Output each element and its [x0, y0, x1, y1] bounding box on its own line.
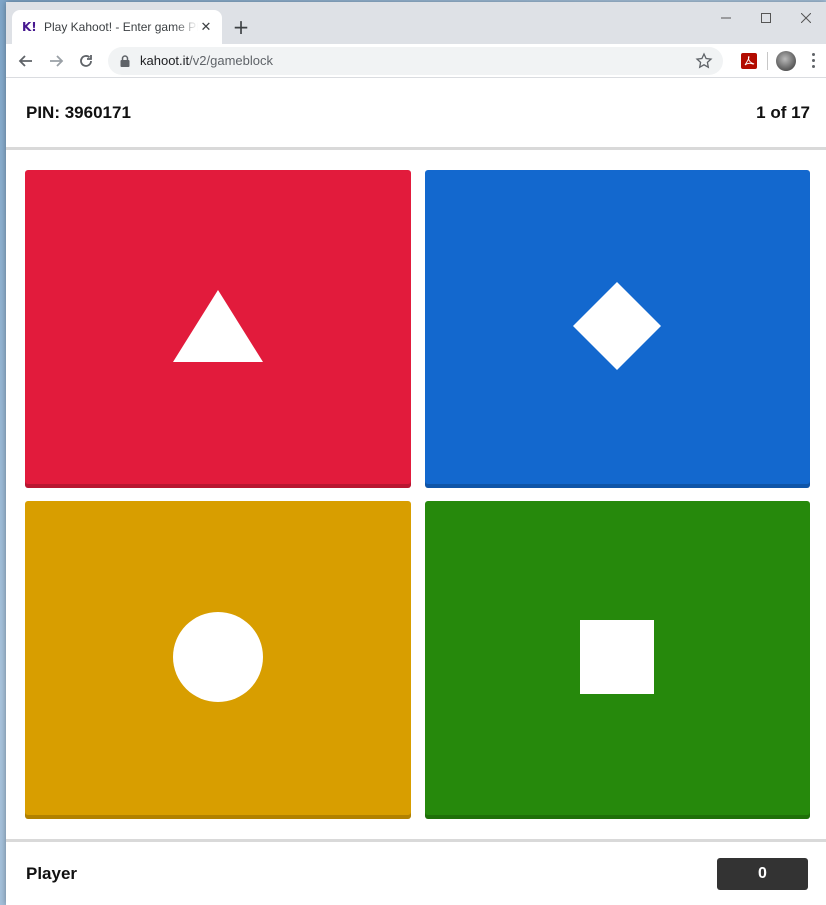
- triangle-icon: [173, 290, 263, 362]
- answer-button-yellow-circle[interactable]: [25, 501, 411, 819]
- diamond-icon: [573, 282, 661, 370]
- bookmark-star-icon[interactable]: [695, 51, 713, 70]
- game-footer: Player 0: [6, 839, 826, 905]
- tab-kahoot[interactable]: K! Play Kahoot! - Enter game PIN here ✕: [12, 10, 222, 44]
- toolbar-separator: [767, 51, 768, 70]
- reload-button[interactable]: [72, 47, 100, 75]
- answer-button-green-square[interactable]: [425, 501, 810, 819]
- close-tab-icon[interactable]: ✕: [198, 19, 214, 35]
- tab-title: Play Kahoot! - Enter game PIN here: [44, 20, 198, 34]
- url-path: /v2/gameblock: [189, 53, 273, 68]
- maximize-button[interactable]: [746, 2, 786, 34]
- url-text: kahoot.it/v2/gameblock: [140, 53, 695, 68]
- close-icon: [801, 13, 811, 23]
- close-window-button[interactable]: [786, 2, 826, 34]
- back-arrow-icon: [18, 54, 32, 67]
- back-button[interactable]: [12, 47, 40, 75]
- tab-strip: K! Play Kahoot! - Enter game PIN here ✕ …: [6, 2, 826, 44]
- answer-grid: [6, 150, 826, 842]
- game-pin: PIN: 3960171: [26, 102, 131, 122]
- square-icon: [580, 620, 654, 694]
- answer-button-red-triangle[interactable]: [25, 170, 411, 488]
- game-header: PIN: 3960171 1 of 17: [6, 78, 826, 150]
- browser-toolbar: kahoot.it/v2/gameblock: [6, 44, 826, 78]
- circle-icon: [173, 612, 263, 702]
- forward-button[interactable]: [42, 47, 70, 75]
- answer-button-blue-diamond[interactable]: [425, 170, 810, 488]
- pdf-extension-icon[interactable]: [741, 52, 757, 69]
- minimize-button[interactable]: [706, 2, 746, 34]
- profile-avatar[interactable]: [776, 50, 796, 71]
- reload-icon: [80, 54, 92, 67]
- question-counter: 1 of 17: [756, 102, 810, 122]
- menu-kebab-icon[interactable]: [806, 52, 820, 70]
- player-name: Player: [26, 863, 78, 883]
- address-bar[interactable]: kahoot.it/v2/gameblock: [108, 46, 723, 75]
- new-tab-button[interactable]: +: [230, 16, 252, 38]
- browser-window: K! Play Kahoot! - Enter game PIN here ✕ …: [6, 2, 826, 905]
- score-badge: 0: [717, 857, 808, 890]
- minimize-icon: [721, 17, 731, 19]
- maximize-icon: [761, 13, 771, 23]
- forward-arrow-icon: [50, 54, 64, 67]
- lock-icon: [120, 54, 130, 67]
- window-controls: [706, 2, 826, 34]
- kahoot-favicon-icon: K!: [22, 20, 37, 34]
- url-host: kahoot.it: [140, 53, 190, 68]
